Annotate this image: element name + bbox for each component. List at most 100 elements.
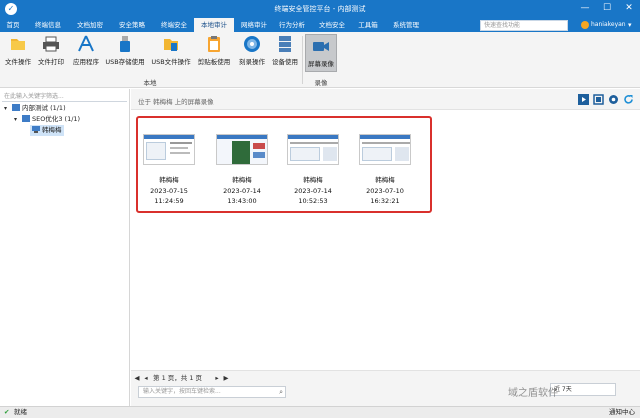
menu-doc-security[interactable]: 文档安全 — [314, 18, 350, 32]
refresh-icon[interactable] — [623, 94, 634, 105]
user-avatar-icon — [581, 20, 589, 29]
usb-file-label: USB文件操作 — [151, 58, 191, 66]
usb-storage-button[interactable]: USB存储使用 — [104, 35, 146, 66]
recording-date: 2023-07-15 — [150, 187, 188, 195]
tree-node-seo[interactable]: ▾ SEO优化3 (1/1) — [14, 114, 80, 125]
application-icon — [78, 35, 94, 52]
screen-record-label: 屏幕录像 — [308, 60, 334, 68]
expand-arrow-icon[interactable]: ▾ — [4, 103, 12, 114]
usb-file-button[interactable]: USB文件操作 — [150, 35, 192, 66]
usb-file-icon — [164, 39, 178, 51]
recording-date: 2023-07-14 — [294, 187, 332, 195]
maximize-button[interactable]: ☐ — [596, 0, 618, 18]
file-operation-button[interactable]: 文件操作 — [4, 35, 32, 66]
tree-node-label: SEO优化3 (1/1) — [32, 115, 81, 123]
device-icon — [279, 36, 291, 52]
menu-doc-encrypt[interactable]: 文档加密 — [72, 18, 108, 32]
recording-item[interactable]: 韩梅梅 2023-07-14 10:52:53 — [286, 134, 340, 205]
window-controls: — ☐ ✕ — [574, 0, 640, 18]
last-page-button[interactable]: ▶ — [222, 372, 230, 384]
user-menu[interactable]: haniakeyan — [581, 18, 626, 32]
recording-thumbnail[interactable] — [143, 134, 195, 165]
file-operation-icon — [11, 39, 25, 50]
recording-item[interactable]: 韩梅梅 2023-07-15 11:24:59 — [142, 134, 196, 205]
first-page-button[interactable]: ◀ — [133, 372, 141, 384]
group-icon — [12, 104, 20, 111]
notification-center-button[interactable]: 通知中心 — [609, 407, 635, 418]
tree-node-hanmeimei[interactable]: 韩梅梅 — [30, 125, 64, 136]
minimize-button[interactable]: — — [574, 0, 596, 18]
watermark: 域之盾软件 — [508, 388, 558, 399]
application-button[interactable]: 应用程序 — [70, 35, 102, 66]
device-usage-button[interactable]: 设备使用 — [270, 35, 300, 66]
menu-security-policy[interactable]: 安全策略 — [114, 18, 150, 32]
recording-item[interactable]: 韩梅梅 2023-07-10 16:32:21 — [358, 134, 412, 205]
recording-thumbnail[interactable] — [287, 134, 339, 165]
settings-icon[interactable] — [608, 94, 619, 105]
clipboard-icon — [208, 36, 220, 52]
keyword-search-input[interactable]: 输入关键字，按回车键检索... ⌕ — [138, 386, 286, 398]
tree-node-label: 韩梅梅 — [42, 126, 62, 134]
recording-user: 韩梅梅 — [375, 176, 395, 184]
tree-filter-input[interactable]: 在此输入关键字筛选... — [2, 91, 127, 102]
recording-user: 韩梅梅 — [159, 176, 179, 184]
menu-network-audit[interactable]: 网络审计 — [236, 18, 272, 32]
ribbon-toolbar: 文件操作 文件打印 应用程序 USB存储使用 USB文件操作 剪贴板使用 刻录操… — [0, 32, 640, 88]
expand-arrow-icon[interactable]: ▾ — [14, 114, 22, 125]
clipboard-button[interactable]: 剪贴板使用 — [196, 35, 232, 66]
next-page-button[interactable]: ▸ — [213, 372, 221, 384]
screen-record-button[interactable]: 屏幕录像 — [305, 34, 337, 72]
device-usage-label: 设备使用 — [272, 58, 298, 66]
menu-terminal-info[interactable]: 终端信息 — [30, 18, 66, 32]
printer-icon — [43, 36, 59, 52]
page-info: 第 1 页，共 1 页 — [153, 374, 203, 382]
menu-behavior-analysis[interactable]: 行为分析 — [274, 18, 310, 32]
menu-local-audit[interactable]: 本地审计 — [194, 18, 234, 32]
recording-time: 16:32:21 — [370, 197, 400, 205]
menu-toolbox[interactable]: 工具箱 — [354, 18, 382, 32]
play-icon[interactable] — [578, 94, 589, 105]
usb-drive-icon — [120, 36, 130, 52]
title-bar: ✓ 终端安全管控平台 - 内部测试 — ☐ ✕ — [0, 0, 640, 18]
search-placeholder: 输入关键字，按回车键检索... — [143, 388, 221, 395]
status-bar: ✔ 就绪 通知中心 — [0, 406, 640, 418]
prev-page-button[interactable]: ◂ — [142, 372, 150, 384]
recordings-view: 韩梅梅 2023-07-15 11:24:59 韩梅梅 2023-07-14 1… — [131, 109, 640, 371]
menu-terminal-security[interactable]: 终端安全 — [156, 18, 192, 32]
recording-time: 11:24:59 — [154, 197, 184, 205]
screen-record-icon — [313, 42, 329, 51]
recording-time: 13:43:00 — [227, 197, 257, 205]
recording-thumbnail[interactable] — [359, 134, 411, 165]
main-panel: 位于 韩梅梅 上的屏幕录像 韩梅梅 2023-07-15 11:24:59 韩梅… — [131, 89, 640, 406]
date-range-select[interactable]: 近 7天 — [550, 383, 616, 396]
menu-system-management[interactable]: 系统管理 — [388, 18, 424, 32]
recording-date: 2023-07-14 — [223, 187, 261, 195]
tree-node-internal-test[interactable]: ▾ 内部测试 (1/1) — [4, 103, 66, 114]
clipboard-label: 剪贴板使用 — [197, 58, 231, 66]
file-print-button[interactable]: 文件打印 — [36, 35, 66, 66]
tree-node-label: 内部测试 (1/1) — [22, 104, 66, 112]
menu-home[interactable]: 首页 — [2, 18, 24, 32]
terminal-tree-panel: 在此输入关键字筛选... ▾ 内部测试 (1/1) ▾ SEO优化3 (1/1) 韩… — [0, 89, 130, 406]
quick-search-input[interactable]: 快速查找功能 — [480, 20, 568, 31]
header-toolbar — [578, 94, 634, 105]
recording-item[interactable]: 韩梅梅 2023-07-14 13:43:00 — [215, 134, 269, 205]
export-icon[interactable] — [593, 94, 604, 105]
status-text: 就绪 — [14, 408, 27, 416]
check-icon: ✔ — [4, 408, 10, 416]
group-label-local: 本地 — [143, 79, 157, 87]
recording-thumbnail[interactable] — [216, 134, 268, 165]
user-name: haniakeyan — [591, 21, 626, 28]
disc-burn-icon — [244, 36, 260, 52]
chevron-down-icon[interactable]: ▾ — [628, 18, 632, 32]
disc-burn-button[interactable]: 刻录操作 — [236, 35, 268, 66]
group-icon — [22, 115, 30, 122]
close-button[interactable]: ✕ — [618, 0, 640, 18]
search-icon[interactable]: ⌕ — [279, 387, 283, 397]
application-label: 应用程序 — [73, 58, 99, 66]
recording-time: 10:52:53 — [298, 197, 328, 205]
file-print-label: 文件打印 — [38, 58, 64, 66]
menu-bar: 首页 终端信息 文档加密 安全策略 终端安全 本地审计 网络审计 行为分析 文档… — [0, 18, 640, 32]
file-operation-label: 文件操作 — [5, 58, 31, 66]
disc-burn-label: 刻录操作 — [239, 58, 265, 66]
